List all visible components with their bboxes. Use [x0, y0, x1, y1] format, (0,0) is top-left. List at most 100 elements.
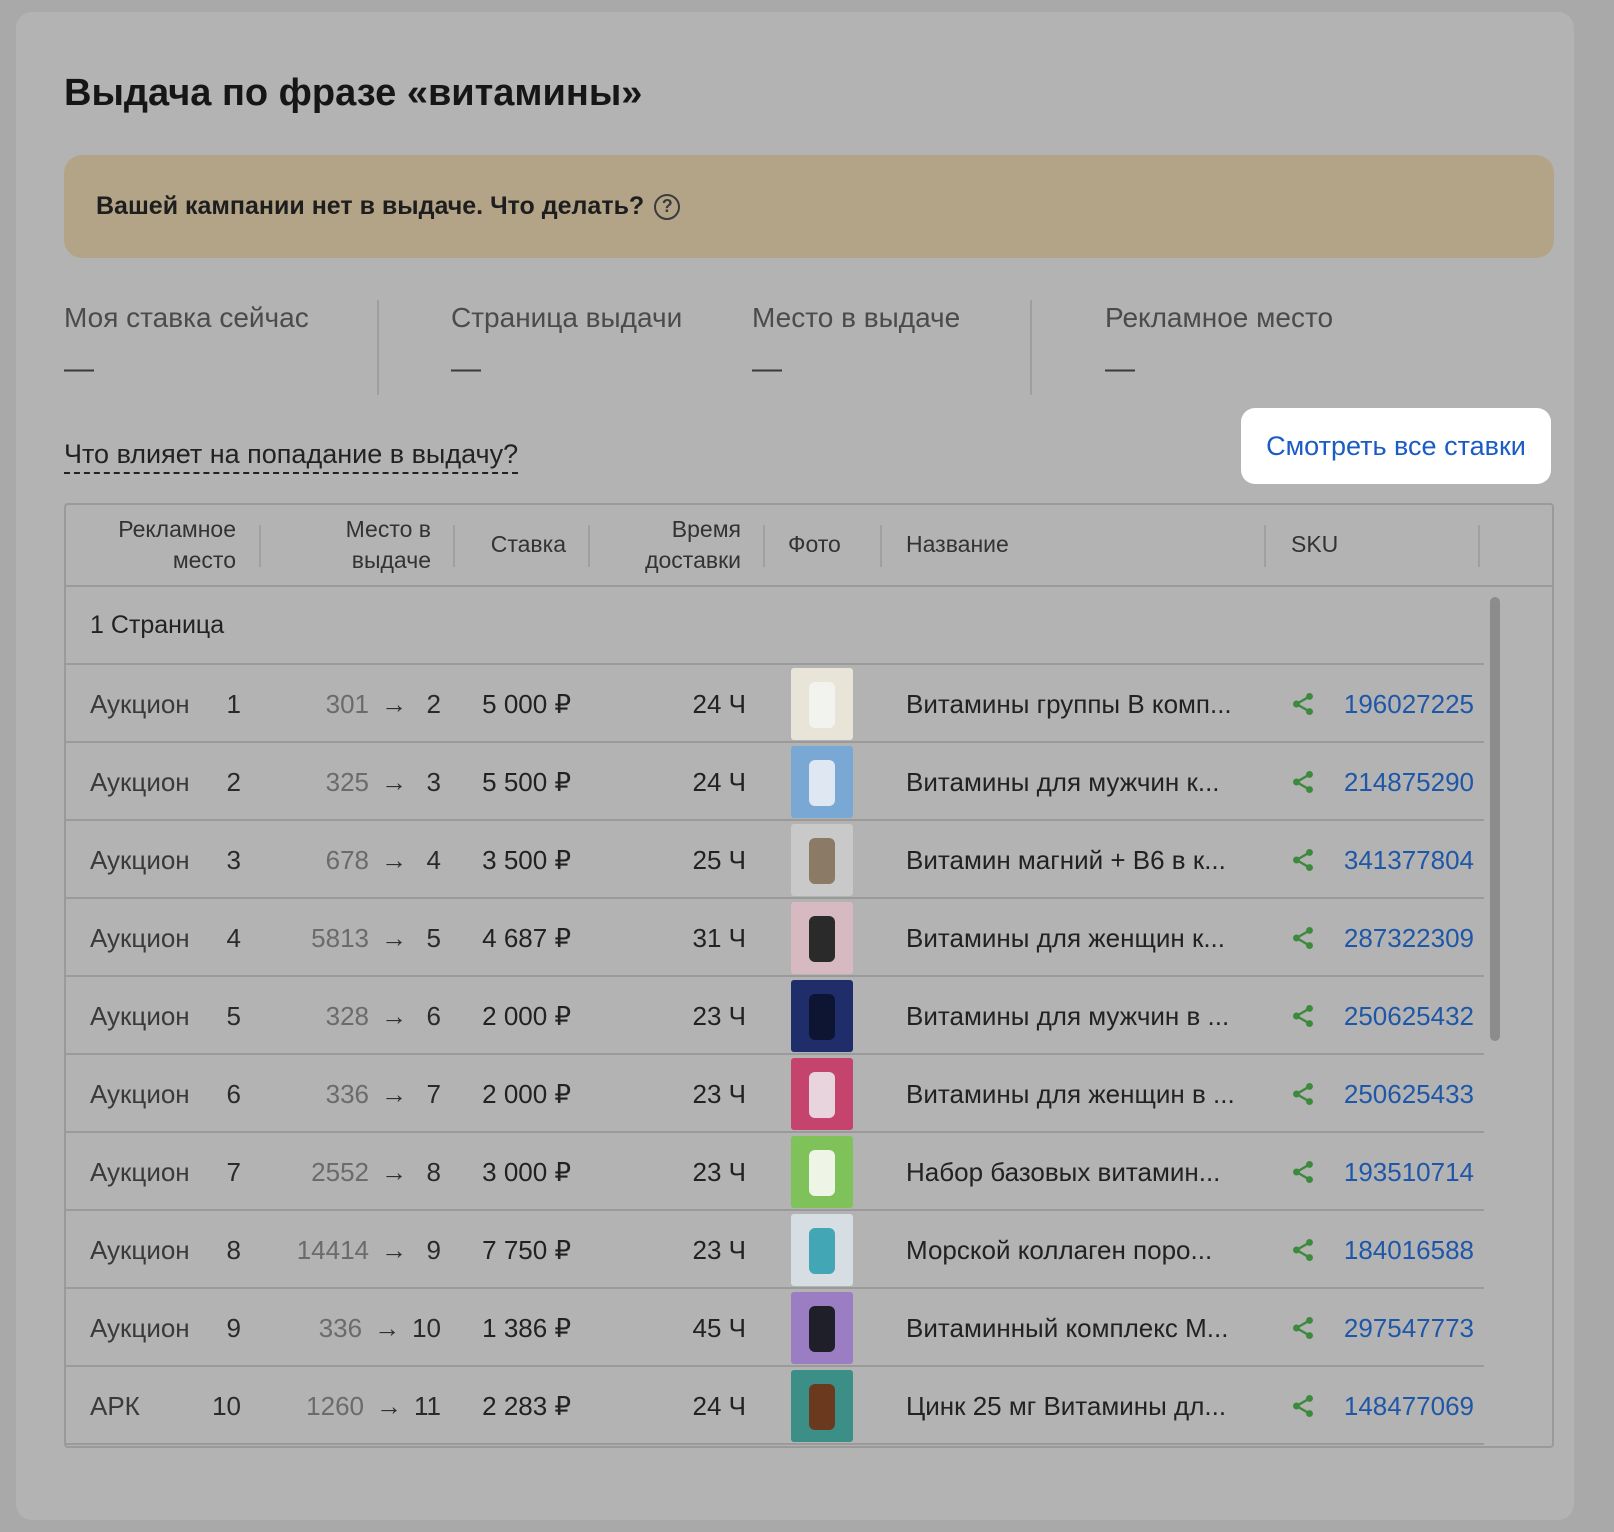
- share-icon[interactable]: [1288, 1289, 1318, 1367]
- position-from: 1260: [306, 1390, 364, 1421]
- position-change: 678 → 4: [271, 821, 441, 899]
- product-photo[interactable]: [791, 668, 853, 740]
- product-name[interactable]: Витамин магний + B6 в к...: [906, 821, 1266, 899]
- product-photo[interactable]: [791, 1214, 853, 1286]
- product-photo[interactable]: [791, 1292, 853, 1364]
- table-row[interactable]: Аукцион 9 336 → 10 1 386 ₽ 45 Ч Витаминный комп…: [66, 1289, 1484, 1367]
- arrow-right-icon: →: [381, 1078, 407, 1109]
- sku-link[interactable]: 184016588: [1334, 1211, 1474, 1289]
- header-divider: [763, 525, 765, 567]
- bid-value: 7 750 ₽: [482, 1234, 571, 1265]
- position-change: 301 → 2: [271, 665, 441, 743]
- position-to: 4: [426, 844, 441, 875]
- table-row[interactable]: Аукцион 3 678 → 4 3 500 ₽ 25 Ч Витамин магний +…: [66, 821, 1484, 899]
- share-icon[interactable]: [1288, 899, 1318, 977]
- product-photo[interactable]: [791, 980, 853, 1052]
- position-from: 301: [325, 688, 369, 719]
- table-row[interactable]: Аукцион 8 14414 → 9 7 750 ₽ 23 Ч Морской коллаг…: [66, 1211, 1484, 1289]
- table-row[interactable]: Аукцион 7 2552 → 8 3 000 ₽ 23 Ч Набор базовых в…: [66, 1133, 1484, 1211]
- sku-link[interactable]: 287322309: [1334, 899, 1474, 977]
- sku-link[interactable]: 196027225: [1334, 665, 1474, 743]
- sku-link[interactable]: 250625432: [1334, 977, 1474, 1055]
- product-name[interactable]: Витамины для женщин в ...: [906, 1055, 1266, 1133]
- table-row[interactable]: Аукцион 6 336 → 7 2 000 ₽ 23 Ч Витамины для жен…: [66, 1055, 1484, 1133]
- product-name[interactable]: Цинк 25 мг Витамины дл...: [906, 1367, 1266, 1445]
- col-header-position[interactable]: Место в выдаче: [276, 505, 431, 585]
- product-name[interactable]: Витамины для женщин к...: [906, 899, 1266, 977]
- product-photo[interactable]: [791, 746, 853, 818]
- header-divider: [880, 525, 882, 567]
- col-header-sku[interactable]: SKU: [1291, 505, 1338, 585]
- product-photo[interactable]: [791, 1136, 853, 1208]
- share-icon[interactable]: [1288, 743, 1318, 821]
- bid-value: 2 000 ₽: [482, 1000, 571, 1031]
- table-row[interactable]: Аукцион 1 301 → 2 5 000 ₽ 24 Ч Витамины группы …: [66, 665, 1484, 743]
- col-header-delivery[interactable]: Время доставки: [606, 505, 741, 585]
- position-change: 328 → 6: [271, 977, 441, 1055]
- sku-link[interactable]: 193510714: [1334, 1133, 1474, 1211]
- product-name[interactable]: Морской коллаген поро...: [906, 1211, 1266, 1289]
- table-row[interactable]: Аукцион 4 5813 → 5 4 687 ₽ 31 Ч Витамины для же…: [66, 899, 1484, 977]
- results-table: Рекламное место Место в выдаче Ставка Врем…: [64, 503, 1554, 1448]
- question-circle-icon[interactable]: ?: [654, 193, 681, 220]
- ranking-factors-link[interactable]: Что влияет на попадание в выдачу?: [64, 439, 519, 474]
- ad-type: Аукцион: [90, 1078, 190, 1109]
- divider: [377, 300, 379, 395]
- share-icon[interactable]: [1288, 665, 1318, 743]
- product-name[interactable]: Витаминный комплекс M...: [906, 1289, 1266, 1367]
- product-photo-cell: [791, 1289, 855, 1367]
- product-photo-cell: [791, 977, 855, 1055]
- ad-type: Аукцион: [90, 844, 190, 875]
- delivery-time: 31 Ч: [692, 922, 746, 953]
- delivery-time: 25 Ч: [692, 844, 746, 875]
- ad-type: Аукцион: [90, 688, 190, 719]
- product-photo[interactable]: [791, 902, 853, 974]
- stat-label: Страница выдачи: [451, 302, 683, 333]
- position-from: 2552: [311, 1156, 369, 1187]
- product-name[interactable]: Витамины для мужчин к...: [906, 743, 1266, 821]
- share-icon[interactable]: [1288, 821, 1318, 899]
- sku-link[interactable]: 297547773: [1334, 1289, 1474, 1367]
- product-name[interactable]: Витамины группы В комп...: [906, 665, 1266, 743]
- ad-type: Аукцион: [90, 1312, 190, 1343]
- ad-place: 10: [212, 1390, 241, 1421]
- ad-type: Аукцион: [90, 1234, 190, 1265]
- share-icon[interactable]: [1288, 1367, 1318, 1445]
- table-row[interactable]: Аукцион 2 325 → 3 5 500 ₽ 24 Ч Витамины для муж…: [66, 743, 1484, 821]
- table-header: Рекламное место Место в выдаче Ставка Врем…: [66, 505, 1552, 587]
- ad-place: 4: [226, 922, 241, 953]
- product-name[interactable]: Набор базовых витамин...: [906, 1133, 1266, 1211]
- stat-label: Моя ставка сейчас: [64, 302, 309, 333]
- share-icon[interactable]: [1288, 1211, 1318, 1289]
- col-header-name[interactable]: Название: [906, 505, 1009, 585]
- view-all-bids-button[interactable]: Смотреть все ставки: [1241, 408, 1551, 484]
- sku-link[interactable]: 250625433: [1334, 1055, 1474, 1133]
- ad-place: 6: [226, 1078, 241, 1109]
- position-from: 325: [325, 766, 369, 797]
- scrollbar-thumb[interactable]: [1490, 597, 1500, 1041]
- sku-link[interactable]: 341377804: [1334, 821, 1474, 899]
- bid-value: 1 386 ₽: [482, 1312, 571, 1343]
- table-row[interactable]: АРК 10 1260 → 11 2 283 ₽ 24 Ч Цинк 25 мг Витами…: [66, 1367, 1484, 1445]
- table-row[interactable]: Аукцион 5 328 → 6 2 000 ₽ 23 Ч Витамины для муж…: [66, 977, 1484, 1055]
- stat-my-bid: Моя ставка сейчас —: [64, 302, 309, 386]
- position-to: 9: [426, 1234, 441, 1265]
- product-name[interactable]: Витамины для мужчин в ...: [906, 977, 1266, 1055]
- product-photo[interactable]: [791, 1058, 853, 1130]
- sku-link[interactable]: 214875290: [1334, 743, 1474, 821]
- bid-value: 2 283 ₽: [482, 1390, 571, 1421]
- header-divider: [1264, 525, 1266, 567]
- position-change: 2552 → 8: [271, 1133, 441, 1211]
- position-change: 336 → 10: [271, 1289, 441, 1367]
- product-photo[interactable]: [791, 824, 853, 896]
- share-icon[interactable]: [1288, 1133, 1318, 1211]
- col-header-bid[interactable]: Ставка: [466, 505, 566, 585]
- position-from: 336: [318, 1312, 363, 1343]
- position-to: 3: [426, 766, 441, 797]
- share-icon[interactable]: [1288, 977, 1318, 1055]
- ad-place: 5: [226, 1000, 241, 1031]
- share-icon[interactable]: [1288, 1055, 1318, 1133]
- product-photo[interactable]: [791, 1370, 853, 1442]
- sku-link[interactable]: 148477069: [1334, 1367, 1474, 1445]
- col-header-ad-place[interactable]: Рекламное место: [86, 505, 236, 585]
